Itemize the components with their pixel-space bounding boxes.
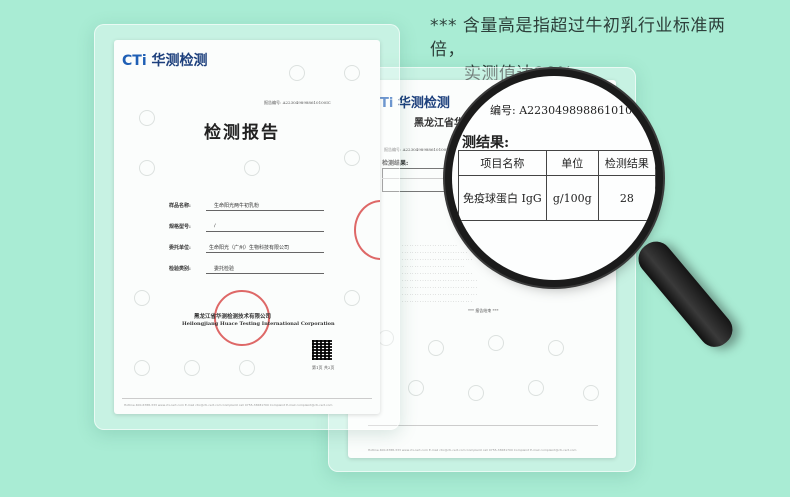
page-number: 第1页 共2页 [312,365,335,370]
magnifier-handle [631,235,740,354]
report-title: 检测报告 [204,123,280,143]
magnifier-lens: 编号: A2230498988610100IC 测结果: 项目名称 单位 检测结… [452,76,656,280]
qr-code [312,340,332,360]
back-report-end: *** 报告结束 *** [468,308,499,313]
red-seal-edge [354,200,380,260]
field-value-sample: 生命阳光两牛初乳粉 [214,203,260,209]
company-name-cn: 黑龙江省华测检测技术有限公司 [194,314,272,320]
field-value-type: 委托检验 [214,266,235,272]
front-report-page: CTi 华测检测 报告编号: A2230498988610100IC 检测报告 … [114,40,380,414]
cell-result: 28 [597,175,656,221]
table-row: 免疫球蛋白 IgG g/100g 28 [458,175,656,221]
company-name-en: Heilongjiang Huace Testing International… [182,321,335,327]
cti-logo-mark: CTi [122,53,147,69]
field-label-client: 委托单位: [169,245,191,251]
front-report-footer: Hotline 400-6788-333 www.cti-cert.com E-… [124,403,333,407]
headline-line-1: *** 含量高是指超过牛初乳行业标准两倍， [430,16,726,60]
header-unit: 单位 [545,150,599,176]
cell-unit: g/100g [545,175,599,221]
field-value-client: 生命阳光（广州）生物科技有限公司 [209,245,290,251]
front-report-no: 报告编号: A2230498988610100IC [264,100,331,105]
magnified-results-label: 测结果: [462,135,510,151]
header-item-name: 项目名称 [458,150,547,176]
back-report-footer: Hotline 400-6788-333 www.cti-cert.com E-… [368,448,577,452]
field-label-sample: 样品名称: [169,203,191,209]
cti-logo-text: 华测检测 [397,96,450,111]
field-value-spec: / [214,223,216,229]
magnified-report-no: 编号: A2230498988610100IC [490,104,652,117]
magnified-results-table: 项目名称 单位 检测结果 免疫球蛋白 IgG g/100g 28 [458,150,656,221]
front-report-logo: CTi 华测检测 [122,50,208,70]
cti-logo-text: 华测检测 [151,53,208,69]
field-label-type: 检验类别: [169,266,191,272]
field-label-spec: 规格型号: [169,224,191,230]
cell-item-name: 免疫球蛋白 IgG [458,175,547,221]
back-company-partial: 黑龙江省华 [414,118,464,129]
header-result: 检测结果 [597,150,656,176]
table-header-row: 项目名称 单位 检测结果 [458,150,656,176]
